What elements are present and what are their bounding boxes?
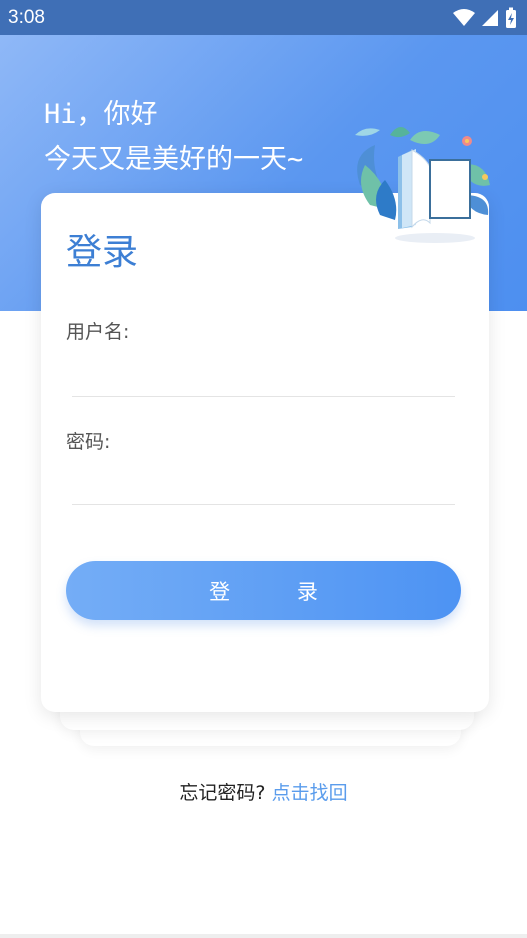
signal-icon <box>482 9 498 26</box>
login-title: 登录 <box>66 232 139 273</box>
wifi-icon <box>453 8 475 26</box>
forgot-password-row: 忘记密码? 点击找回 <box>0 778 527 805</box>
login-button[interactable]: 登 录 <box>66 561 461 620</box>
forgot-password-text: 忘记密码? <box>179 782 266 804</box>
forgot-password-link[interactable]: 点击找回 <box>272 782 348 804</box>
status-time: 3:08 <box>8 6 45 28</box>
password-input[interactable] <box>72 471 455 505</box>
login-card: 登录 用户名: 密码: 登 录 <box>41 193 489 712</box>
greeting-line-2: 今天又是美好的一天~ <box>44 144 304 175</box>
bottom-divider <box>0 934 527 938</box>
battery-icon <box>506 7 516 28</box>
greeting: Hi，你好 今天又是美好的一天~ <box>44 92 303 182</box>
username-input[interactable] <box>72 363 455 397</box>
username-label: 用户名: <box>66 321 130 343</box>
status-icons <box>453 7 517 29</box>
password-label: 密码: <box>66 431 111 453</box>
status-bar: 3:08 <box>0 0 527 35</box>
book-plant-illustration <box>355 126 490 243</box>
greeting-line-1: Hi，你好 <box>44 99 158 130</box>
